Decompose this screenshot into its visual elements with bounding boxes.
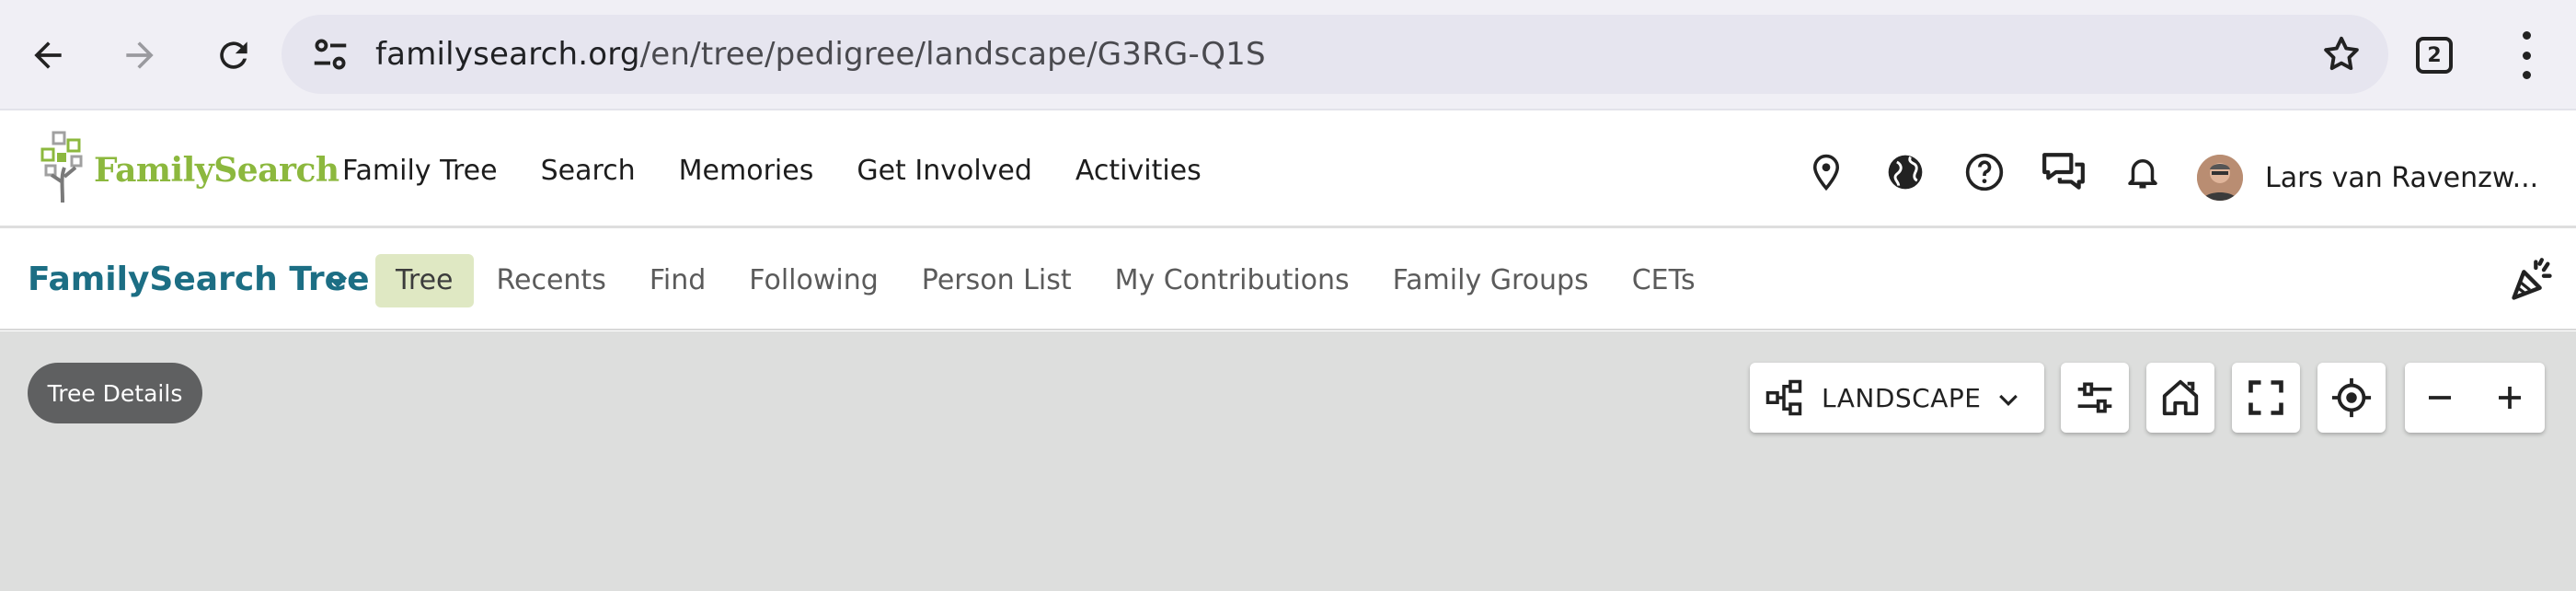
main-nav: Family Tree Search Memories Get Involved… bbox=[342, 112, 1202, 228]
familysearch-logo[interactable]: FamilySearch bbox=[40, 131, 339, 204]
plus-icon bbox=[2499, 387, 2521, 409]
tab-family-groups[interactable]: Family Groups bbox=[1373, 254, 1609, 307]
tab-person-list[interactable]: Person List bbox=[902, 254, 1092, 307]
reload-icon bbox=[220, 41, 247, 69]
tab-my-contributions[interactable]: My Contributions bbox=[1095, 254, 1370, 307]
view-mode-label: LANDSCAPE bbox=[1822, 382, 1982, 413]
zoom-controls bbox=[2405, 363, 2545, 433]
minus-icon bbox=[2429, 396, 2451, 400]
chevron-down-icon[interactable] bbox=[324, 268, 351, 296]
forward-button[interactable] bbox=[107, 22, 173, 88]
view-mode-dropdown[interactable]: LANDSCAPE bbox=[1750, 363, 2044, 433]
tab-switcher-button[interactable]: 2 bbox=[2416, 37, 2453, 74]
home-icon bbox=[2162, 379, 2199, 416]
zoom-in-button[interactable] bbox=[2475, 363, 2545, 433]
home-person-button[interactable] bbox=[2146, 363, 2214, 433]
site-header: FamilySearch Family Tree Search Memories… bbox=[0, 112, 2576, 228]
celebration-icon[interactable] bbox=[2508, 256, 2556, 304]
tab-recents[interactable]: Recents bbox=[477, 254, 627, 307]
nav-family-tree[interactable]: Family Tree bbox=[342, 155, 498, 187]
globe-icon[interactable] bbox=[1882, 149, 1928, 195]
tab-following[interactable]: Following bbox=[729, 254, 899, 307]
nav-search[interactable]: Search bbox=[541, 155, 636, 187]
avatar[interactable] bbox=[2197, 155, 2243, 201]
back-button[interactable] bbox=[15, 22, 81, 88]
reload-button[interactable] bbox=[201, 22, 267, 88]
bookmark-star-icon[interactable] bbox=[2320, 33, 2363, 75]
nav-get-involved[interactable]: Get Involved bbox=[857, 155, 1032, 187]
bell-icon[interactable] bbox=[2120, 149, 2166, 195]
tab-cets[interactable]: CETs bbox=[1612, 254, 1716, 307]
nav-activities[interactable]: Activities bbox=[1075, 155, 1202, 187]
chevron-down-icon bbox=[1999, 394, 2018, 406]
recenter-button[interactable] bbox=[2317, 363, 2386, 433]
sliders-icon bbox=[2077, 382, 2112, 413]
arrow-right-icon bbox=[126, 41, 154, 69]
chat-icon[interactable] bbox=[2041, 149, 2087, 195]
nav-memories[interactable]: Memories bbox=[679, 155, 814, 187]
crosshair-icon bbox=[2331, 377, 2372, 418]
tab-count: 2 bbox=[2427, 43, 2442, 67]
tab-find[interactable]: Find bbox=[629, 254, 726, 307]
tree-subnav: FamilySearch Tree Tree Recents Find Foll… bbox=[0, 229, 2576, 330]
zoom-out-button[interactable] bbox=[2405, 363, 2475, 433]
pedigree-landscape-icon bbox=[1765, 379, 1802, 416]
location-pin-icon[interactable] bbox=[1803, 149, 1849, 195]
tree-details-button[interactable]: Tree Details bbox=[28, 363, 202, 423]
url-path: /en/tree/pedigree/landscape/G3RG-Q1S bbox=[639, 36, 1266, 73]
tree-logo-icon bbox=[40, 131, 83, 203]
arrow-left-icon bbox=[34, 41, 62, 69]
fullscreen-button[interactable] bbox=[2232, 363, 2300, 433]
tree-canvas[interactable]: Tree Details LANDSCAPE bbox=[0, 331, 2576, 591]
tab-tree[interactable]: Tree bbox=[375, 254, 474, 307]
browser-menu-icon[interactable] bbox=[2508, 26, 2545, 85]
user-name[interactable]: Lars van Ravenzw... bbox=[2265, 112, 2538, 228]
tree-title[interactable]: FamilySearch Tree bbox=[28, 229, 370, 330]
header-icons bbox=[1803, 149, 2166, 195]
address-bar[interactable]: familysearch.org/en/tree/pedigree/landsc… bbox=[282, 15, 2388, 94]
site-settings-icon[interactable] bbox=[309, 33, 351, 75]
url-text[interactable]: familysearch.org/en/tree/pedigree/landsc… bbox=[375, 15, 1266, 94]
tree-tabs: Tree Recents Find Following Person List … bbox=[375, 254, 1719, 307]
browser-toolbar: familysearch.org/en/tree/pedigree/landsc… bbox=[0, 0, 2576, 110]
url-host: familysearch.org bbox=[375, 36, 640, 73]
help-icon[interactable] bbox=[1961, 149, 2007, 195]
user-photo-icon bbox=[2197, 155, 2243, 201]
tree-settings-button[interactable] bbox=[2061, 363, 2129, 433]
fullscreen-icon bbox=[2248, 380, 2283, 415]
logo-wordmark: FamilySearch bbox=[94, 151, 339, 190]
